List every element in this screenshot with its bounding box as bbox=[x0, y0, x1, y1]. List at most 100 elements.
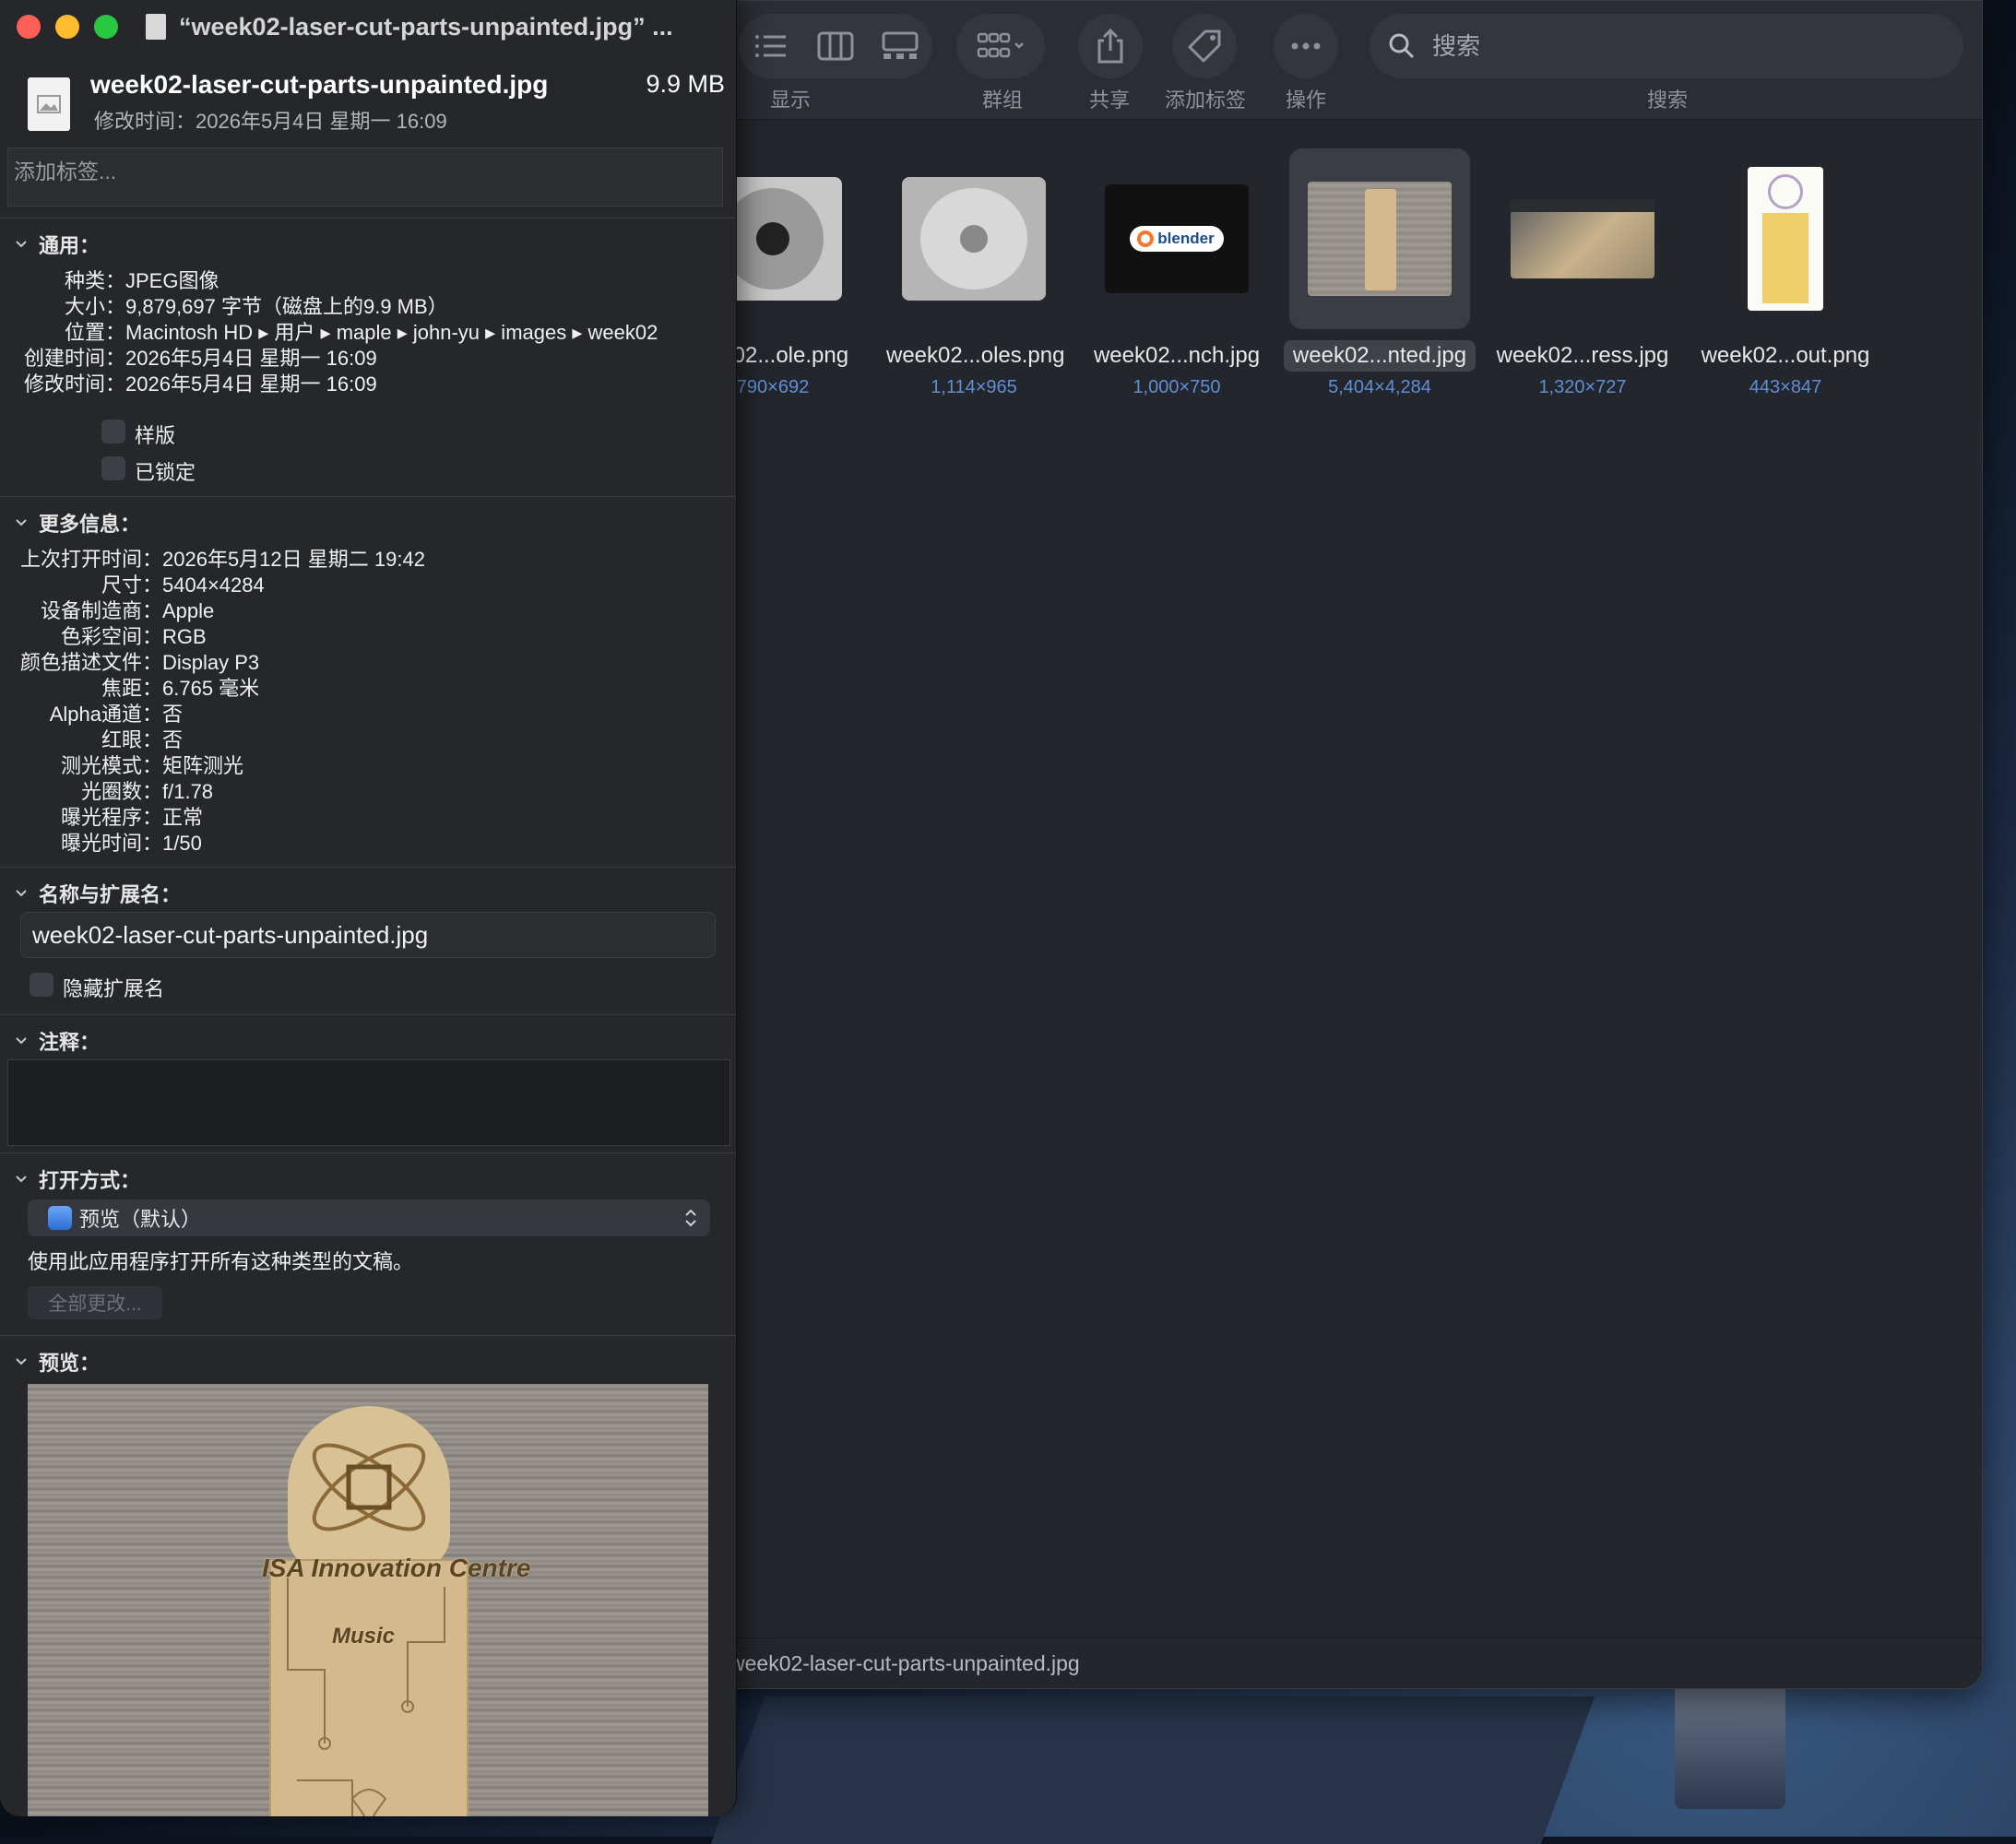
search-input[interactable] bbox=[1430, 30, 1932, 62]
finder-toolbar: 显示 群组 共享 添加标签 操作 搜索 搜索 bbox=[702, 1, 1982, 120]
laser-cut-plate bbox=[269, 1559, 468, 1816]
action-label: 操作 bbox=[1286, 89, 1327, 112]
modified-label: 修改时间： bbox=[23, 372, 125, 396]
get-info-window: “week02-laser-cut-parts-unpainted.jpg” .… bbox=[0, 0, 737, 1816]
file-name: week02...nch.jpg bbox=[1093, 343, 1261, 368]
chevron-down-icon bbox=[16, 1037, 27, 1045]
share-button[interactable] bbox=[1078, 14, 1143, 78]
add-tag-label: 添加标签 bbox=[1165, 89, 1247, 112]
preview-section-toggle[interactable]: 预览： bbox=[15, 1347, 100, 1377]
view-switcher bbox=[739, 14, 932, 78]
more-info-section-title: 更多信息： bbox=[39, 513, 141, 536]
more-icon bbox=[1291, 42, 1321, 50]
column-view-icon[interactable] bbox=[803, 14, 868, 78]
stationery-checkbox[interactable] bbox=[101, 420, 125, 443]
file-item[interactable]: week02...oles.png 1,114×965 bbox=[877, 148, 1071, 398]
open-with-description: 使用此应用程序打开所有这种类型的文稿。 bbox=[28, 1250, 414, 1273]
tag-icon bbox=[1188, 30, 1221, 63]
minimize-button[interactable] bbox=[55, 15, 79, 39]
preview-section-title: 预览： bbox=[39, 1352, 101, 1375]
file-name: week02...nted.jpg bbox=[1283, 340, 1476, 372]
file-item[interactable]: blender week02...nch.jpg 1,000×750 bbox=[1080, 148, 1274, 398]
file-thumbnail bbox=[1695, 148, 1876, 329]
info-row-value: 正常 bbox=[162, 806, 204, 829]
plate-music-text: Music bbox=[332, 1624, 396, 1649]
preview-image: ISA Innovation Centre Music bbox=[28, 1384, 708, 1816]
chevron-down-icon bbox=[16, 519, 27, 526]
search-label: 搜索 bbox=[1647, 89, 1689, 112]
name-extension-section-toggle[interactable]: 名称与扩展名： bbox=[15, 879, 181, 908]
blender-logo-icon bbox=[1137, 230, 1155, 247]
file-thumbnail bbox=[1492, 148, 1673, 329]
search-field[interactable] bbox=[1370, 14, 1963, 78]
change-all-button[interactable]: 全部更改... bbox=[28, 1286, 162, 1319]
chevron-down-icon bbox=[16, 1176, 27, 1183]
info-header: week02-laser-cut-parts-unpainted.jpg 9.9… bbox=[0, 53, 736, 146]
preview-section: 预览： ISA Innovation Centre Music bbox=[0, 1335, 736, 1816]
file-dimensions: 1,000×750 bbox=[1133, 377, 1221, 397]
action-button[interactable] bbox=[1274, 14, 1338, 78]
file-dimensions: 1,114×965 bbox=[931, 377, 1017, 397]
info-row-value: 2026年5月12日 星期二 19:42 bbox=[162, 548, 425, 571]
open-with-section-toggle[interactable]: 打开方式： bbox=[15, 1164, 140, 1194]
info-titlebar: “week02-laser-cut-parts-unpainted.jpg” .… bbox=[0, 0, 736, 53]
info-row-value: 1/50 bbox=[162, 832, 202, 855]
finder-window: 显示 群组 共享 添加标签 操作 搜索 搜索 eek02...ole.png 7… bbox=[701, 0, 1983, 1689]
file-name: week02...ress.jpg bbox=[1496, 343, 1669, 368]
gear-atom-emblem bbox=[288, 1406, 450, 1568]
list-view-icon[interactable] bbox=[739, 14, 803, 78]
more-info-section-toggle[interactable]: 更多信息： bbox=[15, 508, 140, 538]
file-name: week02...out.png bbox=[1701, 343, 1870, 368]
info-row-value: RGB bbox=[162, 625, 207, 648]
image-file-icon bbox=[28, 77, 70, 131]
name-extension-section: 名称与扩展名： week02-laser-cut-parts-unpainted… bbox=[0, 867, 736, 1013]
general-section-toggle[interactable]: 通用： bbox=[15, 230, 100, 259]
general-section: 通用： 种类：JPEG图像 大小：9,879,697 字节（磁盘上的9.9 MB… bbox=[0, 218, 736, 495]
path-bar: week02-laser-cut-parts-unpainted.jpg bbox=[702, 1637, 1982, 1688]
comments-textarea[interactable] bbox=[7, 1059, 730, 1146]
file-name-heading: week02-laser-cut-parts-unpainted.jpg bbox=[90, 70, 549, 99]
gallery-view-icon[interactable] bbox=[868, 14, 932, 78]
file-dimensions: 1,320×727 bbox=[1538, 377, 1627, 397]
chevron-down-icon bbox=[16, 1358, 27, 1365]
chevron-down-icon bbox=[16, 890, 27, 897]
group-label: 群组 bbox=[982, 89, 1024, 112]
view-label: 显示 bbox=[770, 89, 812, 112]
add-tags-field[interactable]: 添加标签... bbox=[7, 148, 723, 207]
hide-extension-label: 隐藏扩展名 bbox=[63, 977, 165, 1000]
path-bar-filename[interactable]: week02-laser-cut-parts-unpainted.jpg bbox=[729, 1651, 1080, 1676]
modified-row: 修改时间：2026年5月4日 星期一 16:09 bbox=[18, 368, 377, 397]
locked-label: 已锁定 bbox=[135, 461, 196, 484]
file-name-field[interactable]: week02-laser-cut-parts-unpainted.jpg bbox=[20, 912, 716, 958]
window-title: “week02-laser-cut-parts-unpainted.jpg” .… bbox=[179, 12, 673, 41]
info-row-label: 曝光时间： bbox=[60, 832, 162, 855]
file-dimensions: 443×847 bbox=[1749, 377, 1822, 397]
open-with-select[interactable]: 预览（默认） bbox=[28, 1200, 710, 1236]
info-row-value: 否 bbox=[162, 703, 184, 726]
open-with-section-title: 打开方式： bbox=[39, 1169, 141, 1192]
search-icon bbox=[1389, 33, 1415, 59]
blender-thumb-text: blender bbox=[1157, 230, 1215, 247]
file-item-selected[interactable]: week02...nted.jpg 5,404×4,284 bbox=[1283, 148, 1476, 398]
open-with-section: 打开方式： 预览（默认） 使用此应用程序打开所有这种类型的文稿。 全部更改... bbox=[0, 1152, 736, 1334]
file-size: 9.9 MB bbox=[646, 70, 725, 98]
add-tag-button[interactable] bbox=[1172, 14, 1237, 78]
file-item[interactable]: week02...ress.jpg 1,320×727 bbox=[1486, 148, 1679, 398]
close-button[interactable] bbox=[17, 15, 41, 39]
group-button[interactable] bbox=[956, 14, 1045, 78]
comments-section-toggle[interactable]: 注释： bbox=[15, 1026, 100, 1056]
comments-section-title: 注释： bbox=[39, 1031, 101, 1054]
info-row-value: Apple bbox=[162, 599, 215, 622]
locked-checkbox[interactable] bbox=[101, 456, 125, 480]
file-thumbnail: blender bbox=[1086, 148, 1267, 329]
info-row: 曝光时间：1/50 bbox=[18, 827, 202, 857]
zoom-button[interactable] bbox=[94, 15, 118, 39]
hide-extension-checkbox[interactable] bbox=[30, 973, 53, 997]
file-dimensions: 5,404×4,284 bbox=[1328, 377, 1431, 397]
file-item[interactable]: week02...out.png 443×847 bbox=[1689, 148, 1882, 398]
chevron-down-icon bbox=[16, 241, 27, 248]
group-grid-icon bbox=[977, 32, 1024, 58]
plate-title-text: ISA Innovation Centre bbox=[262, 1554, 531, 1582]
info-row-value: 6.765 毫米 bbox=[162, 677, 260, 700]
more-info-section: 更多信息： 上次打开时间：2026年5月12日 星期二 19:42 尺寸：540… bbox=[0, 496, 736, 866]
